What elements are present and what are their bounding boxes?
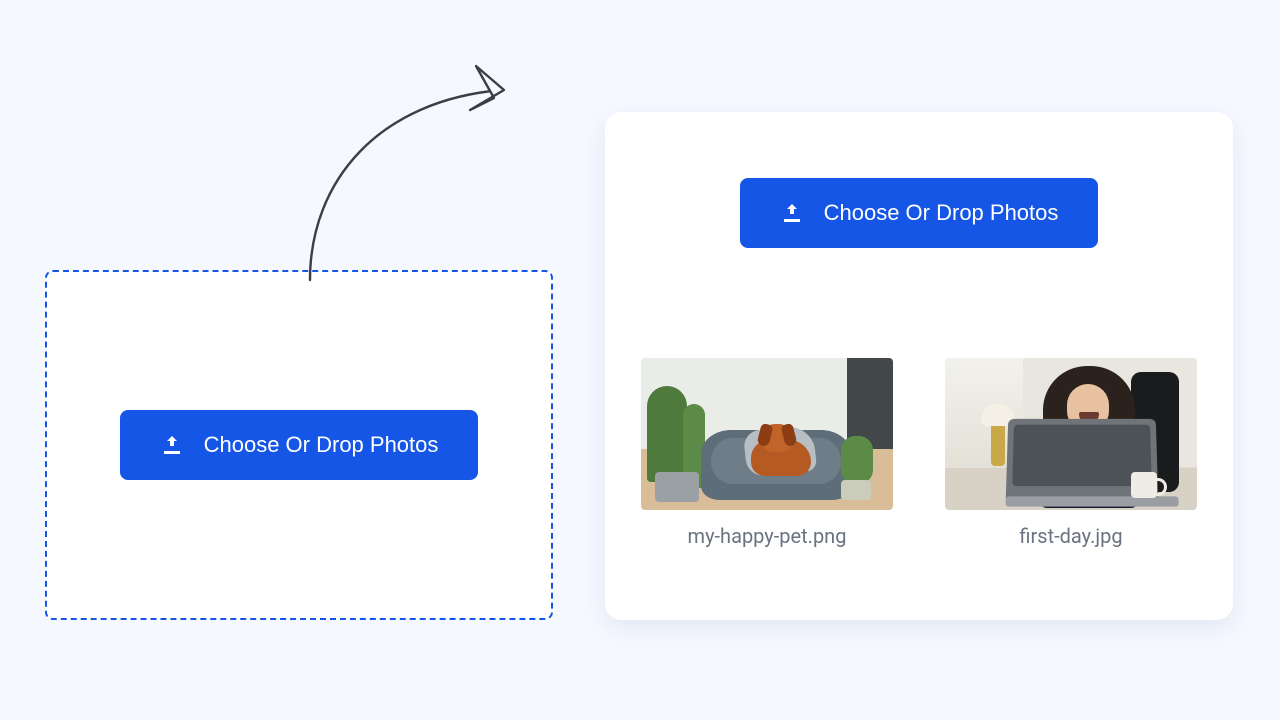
upload-button[interactable]: Choose Or Drop Photos: [740, 178, 1099, 248]
upload-button-label: Choose Or Drop Photos: [824, 200, 1059, 226]
thumbnail-row: my-happy-pet.png first-day.jpg: [641, 358, 1197, 548]
upload-button[interactable]: Choose Or Drop Photos: [120, 410, 479, 480]
upload-icon: [780, 201, 804, 225]
thumbnail-image: [945, 358, 1197, 510]
file-thumbnail[interactable]: first-day.jpg: [945, 358, 1197, 548]
upload-dropzone-filled: Choose Or Drop Photos my-happy-pet.png: [605, 112, 1233, 620]
upload-button-label: Choose Or Drop Photos: [204, 432, 439, 458]
upload-icon: [160, 433, 184, 457]
file-name-label: first-day.jpg: [1019, 524, 1122, 548]
arrow-illustration: [280, 48, 570, 288]
file-thumbnail[interactable]: my-happy-pet.png: [641, 358, 893, 548]
file-name-label: my-happy-pet.png: [688, 524, 847, 548]
thumbnail-image: [641, 358, 893, 510]
upload-dropzone-empty[interactable]: Choose Or Drop Photos: [45, 270, 553, 620]
